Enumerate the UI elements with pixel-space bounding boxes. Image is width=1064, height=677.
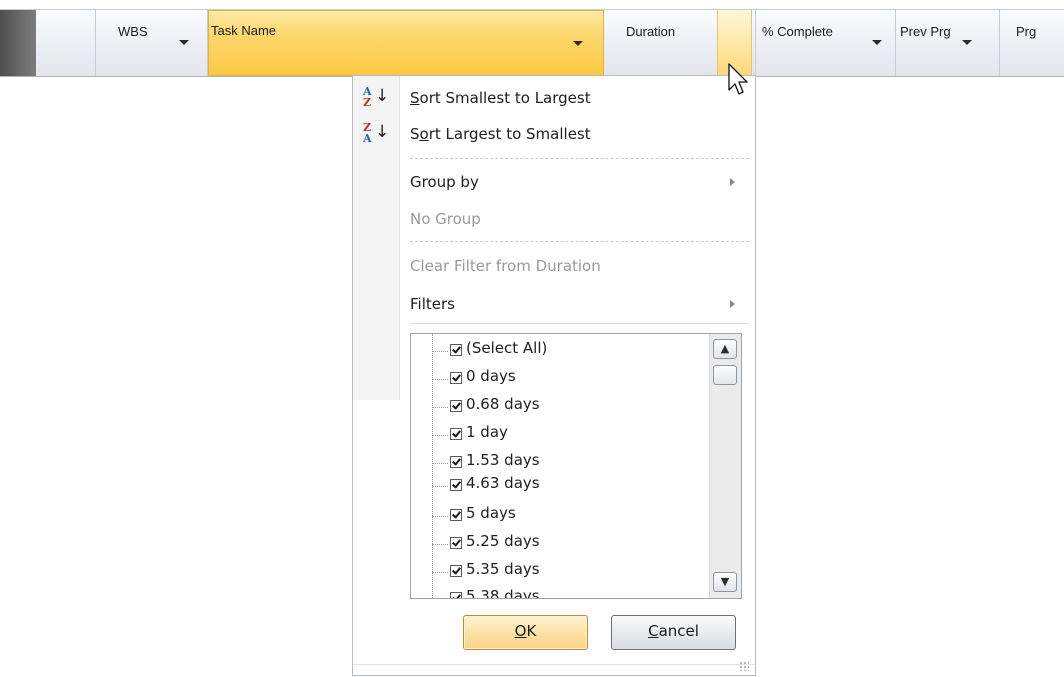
list-item-label: 5.38 days [466,587,540,599]
menu-separator [410,241,749,242]
menu-separator [410,158,749,159]
column-header-wbs[interactable]: WBS [96,10,208,76]
select-all-corner[interactable] [0,10,36,76]
group-by-submenu-arrow-icon [730,178,735,186]
sort-smallest-to-largest-item[interactable]: Sort Smallest to Largest [410,89,591,107]
tree-connector-line [432,334,433,598]
column-header-percent-complete-label: % Complete [762,24,833,39]
filters-item[interactable]: Filters [410,295,750,313]
list-item-label: 5.25 days [466,532,540,550]
list-item-label: 1.53 days [466,451,540,469]
ok-button[interactable]: OK [463,615,588,650]
column-header-prev-prg-label: Prev Prg [900,24,951,39]
column-header-prev-prg[interactable]: Prev Prg [896,10,1000,76]
menu-footer [353,664,755,665]
column-header-prg[interactable]: Prg [1000,10,1064,76]
list-item-label: (Select All) [466,339,548,357]
chevron-up-icon: ▲ [720,342,730,355]
filters-submenu-arrow-icon [730,300,735,308]
list-item-label: 1 day [466,423,508,441]
clear-filter-label: Clear Filter from Duration [410,257,601,275]
sort-desc-accelerator: o [419,125,429,143]
group-by-item[interactable]: Group by [410,173,750,191]
checkbox[interactable] [450,592,462,598]
clear-filter-item: Clear Filter from Duration [410,257,601,275]
chevron-down-icon: ▼ [720,575,730,588]
cancel-label: ancel [658,622,699,640]
blank-column-header[interactable] [36,10,96,76]
checkbox[interactable] [450,565,462,577]
column-header-wbs-label: WBS [118,24,148,39]
menu-separator [410,323,749,324]
scroll-up-button[interactable]: ▲ [713,339,737,359]
list-item-label: 0.68 days [466,395,540,413]
checkbox[interactable] [450,456,462,468]
column-header-percent-complete[interactable]: % Complete [756,10,896,76]
group-by-label: Group by [410,173,479,191]
sort-largest-to-smallest-item[interactable]: Sort Largest to Smallest [410,125,591,143]
column-header-bar: WBS Task Name Duration % Complete Prev P… [0,9,1064,77]
column-header-prg-label: Prg [1016,24,1037,39]
list-item-label: 4.63 days [466,474,540,492]
checkbox[interactable] [450,509,462,521]
checkbox[interactable] [450,428,462,440]
cancel-button[interactable]: Cancel [611,615,736,650]
ok-accelerator: O [514,622,527,640]
task-name-filter-arrow-icon[interactable] [573,41,583,46]
list-item-label: 5.35 days [466,560,540,578]
filter-values-list[interactable]: (Select All) 0 days 0.68 days 1 day 1.53… [410,333,742,599]
sort-asc-label-post: ort Smallest to Largest [419,89,591,107]
wbs-filter-arrow-icon[interactable] [179,40,189,45]
cancel-accelerator: C [648,622,659,640]
filters-label: Filters [410,295,455,313]
checkbox[interactable] [450,537,462,549]
column-header-task-name-label: Task Name [211,23,277,38]
duration-filter-dropdown: A Z ↓ Sort Smallest to Largest Z A ↓ Sort La… [352,75,756,676]
resize-grip-icon[interactable] [739,661,749,671]
checkbox[interactable] [450,372,462,384]
percent-complete-filter-arrow-icon[interactable] [872,40,882,45]
list-item-label: 0 days [466,367,516,385]
sort-desc-label-pre: S [410,125,420,143]
sort-asc-accelerator: S [410,89,420,107]
no-group-item: No Group [410,210,481,228]
scroll-down-button[interactable]: ▼ [713,572,737,592]
checkbox[interactable] [450,479,462,491]
filter-list-scrollbar[interactable]: ▲ ▼ [709,334,741,598]
mouse-pointer-icon [728,63,748,95]
checkbox[interactable] [450,400,462,412]
column-header-task-name[interactable]: Task Name [208,10,604,76]
sort-descending-icon: Z A ↓ [363,121,390,145]
prev-prg-filter-arrow-icon[interactable] [962,40,972,45]
checkbox[interactable] [450,344,462,356]
sort-ascending-icon: A Z ↓ [363,85,390,109]
list-item-label: 5 days [466,504,516,522]
scroll-thumb[interactable] [713,365,737,385]
ok-label: K [526,622,537,640]
no-group-label: No Group [410,210,481,228]
sort-desc-label-post: rt Largest to Smallest [428,125,591,143]
column-header-duration-label: Duration [626,24,676,39]
